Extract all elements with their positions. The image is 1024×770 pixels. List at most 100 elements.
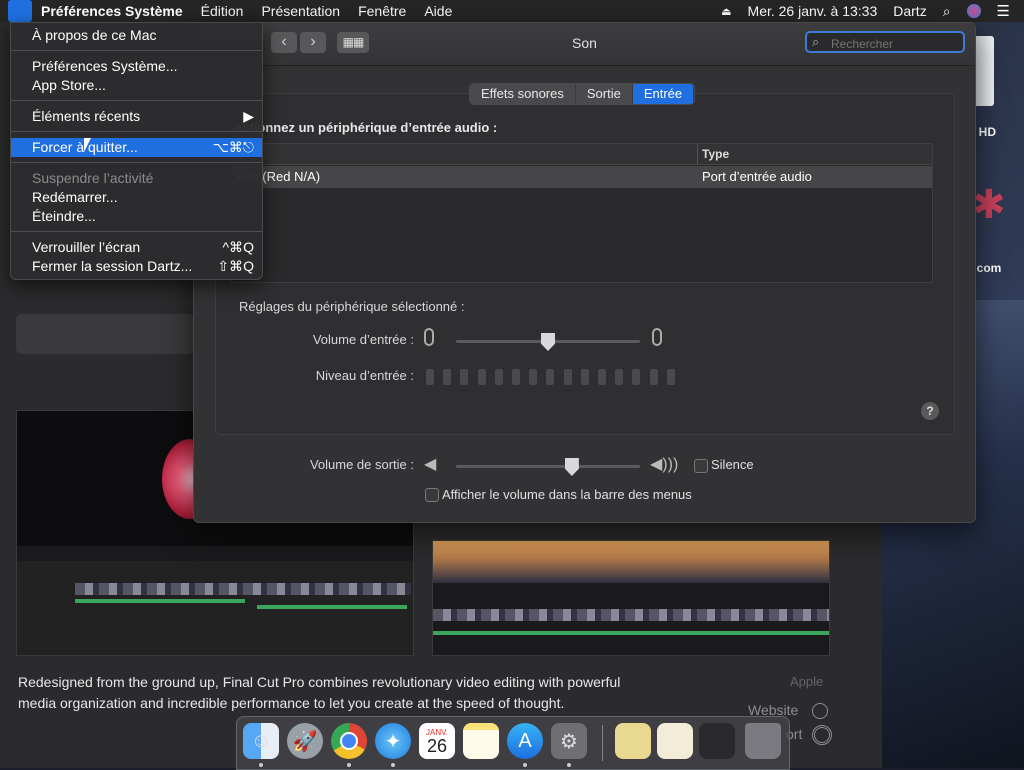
finder-icon[interactable]: ☺ bbox=[243, 723, 279, 759]
menu-separator bbox=[11, 100, 262, 101]
lifebuoy-icon[interactable] bbox=[812, 725, 832, 745]
menu-separator bbox=[11, 162, 262, 163]
menu-view[interactable]: Présentation bbox=[252, 3, 349, 19]
documents-stack-icon[interactable] bbox=[615, 723, 651, 759]
menu-item-logout[interactable]: Fermer la session Dartz... ⇧⌘Q bbox=[11, 257, 262, 276]
menu-separator bbox=[11, 231, 262, 232]
certificate-icon[interactable] bbox=[657, 723, 693, 759]
show-volume-checkbox[interactable] bbox=[425, 488, 439, 502]
developer-label: Apple bbox=[790, 674, 824, 689]
menu-item-app-store[interactable]: App Store... bbox=[11, 76, 262, 95]
running-indicator bbox=[391, 763, 395, 767]
eject-icon[interactable]: ⏏ bbox=[713, 5, 739, 18]
sunset-image bbox=[433, 541, 829, 583]
system-preferences-icon[interactable]: ⚙ bbox=[551, 723, 587, 759]
compass-icon[interactable] bbox=[812, 703, 828, 719]
user-menu[interactable]: Dartz bbox=[885, 3, 934, 19]
menu-item-restart[interactable]: Redémarrer... bbox=[11, 188, 262, 207]
notification-center-icon[interactable]: ☰ bbox=[989, 2, 1018, 20]
output-volume-knob[interactable] bbox=[564, 458, 579, 476]
title-bar: ‹ › ▦▦ Son ⌕ bbox=[194, 23, 975, 66]
mute-checkbox[interactable] bbox=[694, 459, 708, 473]
mouse-cursor-icon bbox=[84, 138, 91, 152]
level-segment bbox=[529, 369, 538, 385]
search-input[interactable] bbox=[829, 35, 963, 53]
chrome-icon[interactable] bbox=[331, 723, 367, 759]
trash-icon[interactable] bbox=[745, 723, 781, 759]
app-store-icon[interactable]: A bbox=[507, 723, 543, 759]
apple-menu: À propos de ce Mac Préférences Système..… bbox=[10, 22, 263, 280]
menu-separator bbox=[11, 131, 262, 132]
menu-item-system-prefs[interactable]: Préférences Système... bbox=[11, 57, 262, 76]
level-segment bbox=[580, 369, 589, 385]
notes-icon[interactable] bbox=[463, 723, 499, 759]
level-segment bbox=[477, 369, 486, 385]
screenshot-2[interactable] bbox=[432, 540, 830, 656]
table-header: n Type bbox=[232, 144, 932, 165]
running-indicator bbox=[259, 763, 263, 767]
spotlight-icon[interactable]: ⌕ bbox=[935, 3, 959, 20]
level-segment bbox=[512, 369, 520, 385]
menu-item-lock[interactable]: Verrouiller l’écran ^⌘Q bbox=[11, 238, 262, 257]
level-segment bbox=[443, 369, 452, 385]
tab-bar: Effets sonores Sortie Entrée bbox=[469, 83, 696, 105]
show-volume-label: Afficher le volume dans la barre des men… bbox=[442, 487, 692, 502]
column-divider[interactable] bbox=[697, 144, 698, 164]
search-field[interactable]: ⌕ bbox=[805, 31, 965, 53]
menu-item-recent[interactable]: Éléments récents ▶ bbox=[11, 107, 262, 126]
desktop-file-icon[interactable]: ✱ bbox=[972, 175, 1006, 235]
dock: ☺ 🚀 ✦ JANV. 26 A ⚙ bbox=[236, 716, 790, 770]
tab-output[interactable]: Sortie bbox=[575, 84, 633, 104]
level-segment bbox=[598, 369, 606, 385]
tab-input[interactable]: Entrée bbox=[632, 84, 695, 104]
audio-strip bbox=[75, 599, 245, 603]
audio-strip bbox=[433, 631, 829, 635]
mic-high-icon bbox=[652, 328, 662, 346]
level-segment bbox=[546, 369, 555, 385]
apple-icon[interactable] bbox=[8, 0, 32, 22]
level-segment bbox=[460, 369, 469, 385]
mute-label: Silence bbox=[711, 457, 754, 472]
select-device-heading: ectionnez un périphérique d’entrée audio… bbox=[235, 120, 498, 135]
level-segment bbox=[649, 369, 658, 385]
clip-strip bbox=[75, 583, 411, 595]
level-segment bbox=[666, 369, 675, 385]
app-description: Redesigned from the ground up, Final Cut… bbox=[18, 674, 621, 711]
timeline bbox=[17, 561, 413, 655]
menu-bar: Préférences Système Édition Présentation… bbox=[0, 0, 1024, 22]
calendar-day: 26 bbox=[426, 735, 448, 756]
menu-item-about[interactable]: À propos de ce Mac bbox=[11, 26, 262, 45]
menu-separator bbox=[11, 50, 262, 51]
menu-edit[interactable]: Édition bbox=[192, 3, 253, 19]
level-segment bbox=[563, 369, 572, 385]
running-indicator bbox=[347, 763, 351, 767]
level-segment bbox=[426, 369, 434, 385]
menu-window[interactable]: Fenêtre bbox=[349, 3, 415, 19]
level-segment bbox=[615, 369, 624, 385]
menu-help[interactable]: Aide bbox=[415, 3, 461, 19]
clock[interactable]: Mer. 26 janv. à 13:33 bbox=[740, 3, 886, 19]
calendar-icon[interactable]: JANV. 26 bbox=[419, 723, 455, 759]
tab-sound-effects[interactable]: Effets sonores bbox=[470, 84, 576, 104]
menu-item-shutdown[interactable]: Éteindre... bbox=[11, 207, 262, 226]
siri-icon[interactable] bbox=[966, 4, 981, 18]
help-button[interactable]: ? bbox=[921, 402, 939, 420]
column-type[interactable]: Type bbox=[702, 147, 729, 161]
search-icon: ⌕ bbox=[812, 34, 820, 49]
device-table[interactable]: n Type e-in (Red N/A) Port d’entrée audi… bbox=[231, 143, 933, 283]
output-volume-slider[interactable] bbox=[456, 465, 640, 468]
audio-strip bbox=[257, 605, 407, 609]
device-type: Port d’entrée audio bbox=[702, 169, 812, 184]
speaker-high-icon: ◀))) bbox=[650, 456, 679, 473]
safari-icon[interactable]: ✦ bbox=[375, 723, 411, 759]
running-indicator bbox=[523, 763, 527, 767]
dock-separator bbox=[602, 725, 603, 761]
app-store-banner bbox=[16, 314, 194, 354]
screen-recording-icon[interactable] bbox=[699, 723, 735, 759]
output-volume-label: Volume de sortie : bbox=[309, 457, 414, 472]
submenu-arrow-icon: ▶ bbox=[243, 108, 254, 124]
table-row[interactable]: e-in (Red N/A) Port d’entrée audio bbox=[232, 166, 932, 188]
menu-app-name[interactable]: Préférences Système bbox=[32, 3, 192, 19]
menu-item-force-quit[interactable]: Forcer à quitter... ⌥⌘⎋ bbox=[11, 138, 262, 157]
launchpad-icon[interactable]: 🚀 bbox=[287, 723, 323, 759]
